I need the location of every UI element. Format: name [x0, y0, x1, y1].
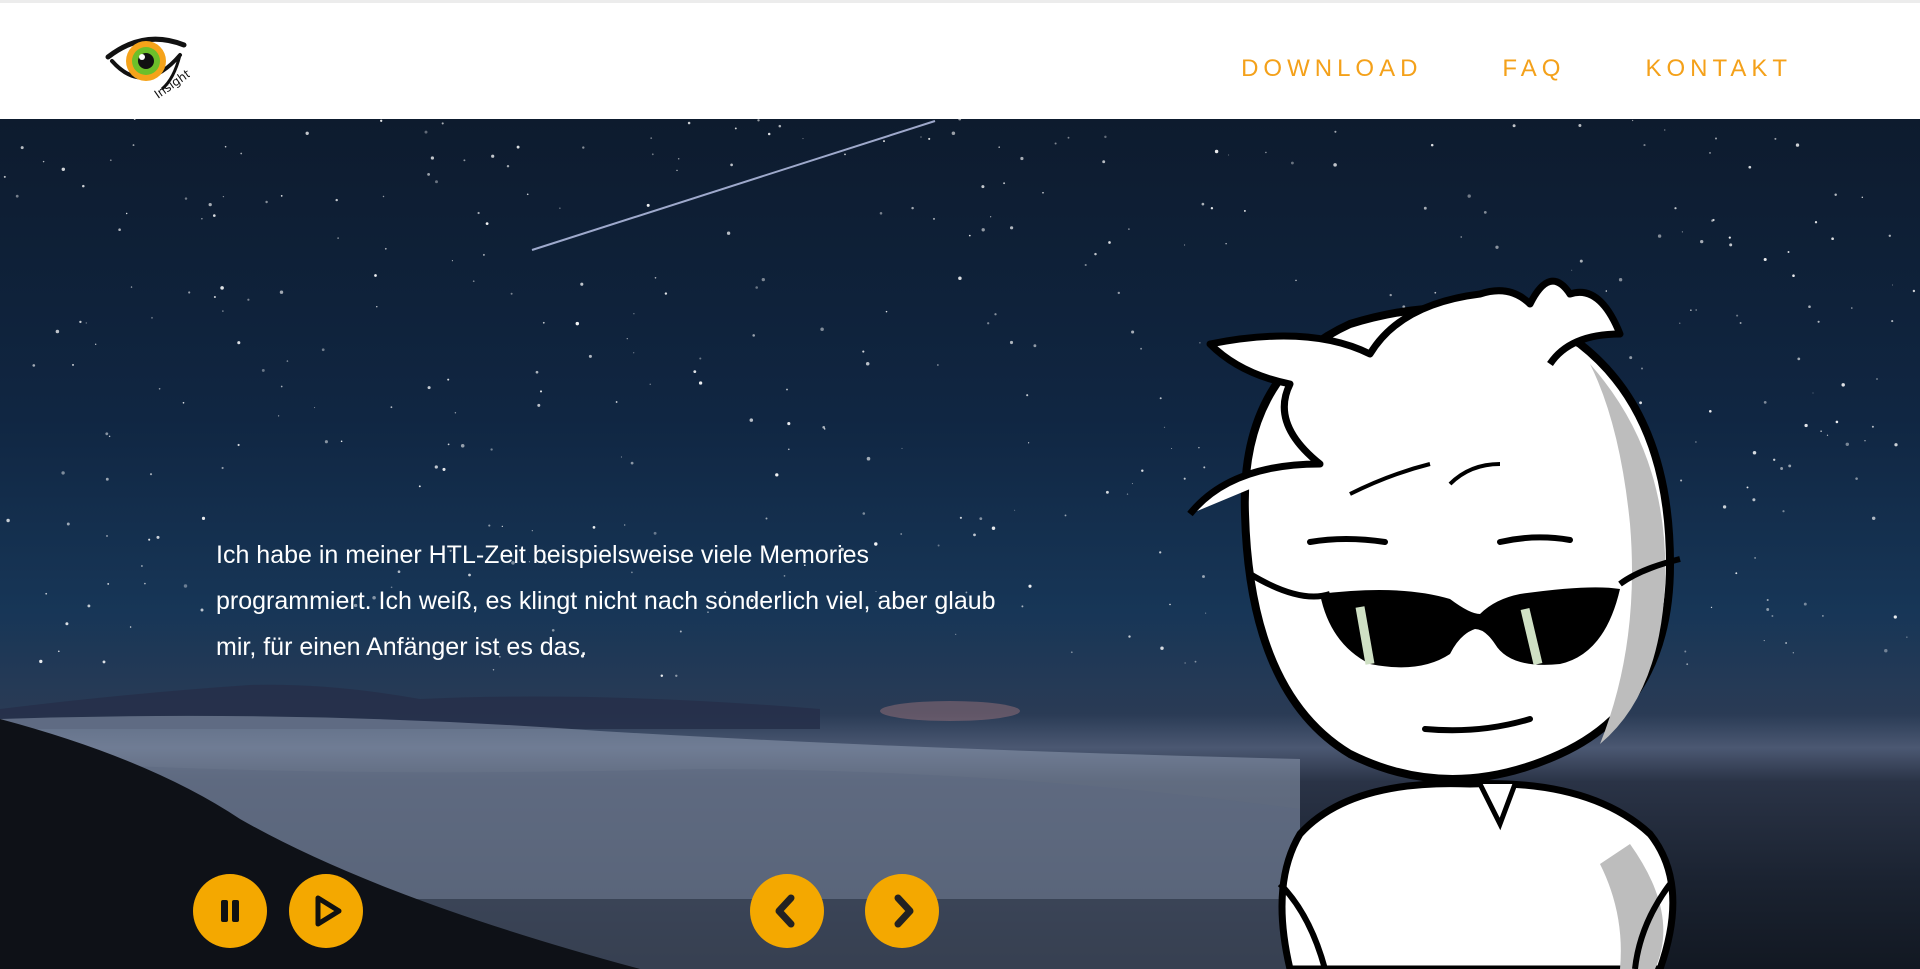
- hero-slider: Ich habe in meiner HTL-Zeit beispielswei…: [0, 119, 1920, 969]
- previous-slide-button[interactable]: [750, 874, 824, 948]
- nav-download[interactable]: DOWNLOAD: [1241, 51, 1422, 87]
- chevron-right-icon: [894, 894, 914, 928]
- cartoon-character-illustration: [1187, 277, 1681, 969]
- pause-icon: [221, 900, 239, 922]
- insight-eye-logo-icon[interactable]: Insight: [104, 27, 193, 103]
- nav-kontakt[interactable]: KONTAKT: [1645, 51, 1792, 87]
- play-icon: [315, 895, 342, 927]
- chevron-left-icon: [775, 894, 795, 928]
- play-button[interactable]: [289, 874, 363, 948]
- site-header: Insight DOWNLOAD FAQ KONTAKT: [0, 3, 1920, 119]
- main-nav: DOWNLOAD FAQ KONTAKT: [1241, 51, 1792, 87]
- hero-text: Ich habe in meiner HTL-Zeit beispielswei…: [216, 541, 996, 661]
- nav-faq[interactable]: FAQ: [1502, 51, 1565, 87]
- next-slide-button[interactable]: [865, 874, 939, 948]
- pause-button[interactable]: [193, 874, 267, 948]
